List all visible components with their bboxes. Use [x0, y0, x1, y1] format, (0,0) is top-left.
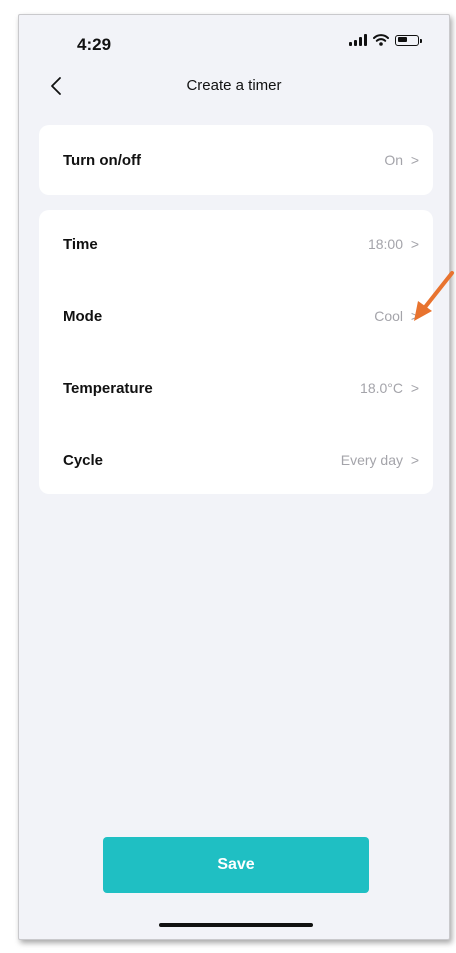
chevron-right-icon: >	[410, 152, 419, 168]
annotation-arrow-icon	[414, 271, 454, 321]
setting-label: Mode	[63, 307, 103, 325]
setting-row-mode[interactable]: Mode Cool >	[39, 291, 433, 341]
home-indicator	[159, 923, 313, 927]
wifi-icon	[373, 34, 389, 46]
chevron-right-icon: >	[410, 236, 419, 252]
settings-card: Time 18:00 > Mode Cool > Temperature 18.…	[39, 210, 433, 494]
setting-row-turn-on-off[interactable]: Turn on/off On >	[39, 135, 433, 185]
battery-icon	[395, 34, 422, 46]
setting-label: Turn on/off	[63, 151, 142, 169]
status-icons	[349, 34, 422, 46]
signal-icon	[349, 34, 367, 46]
setting-row-temperature[interactable]: Temperature 18.0°C >	[39, 363, 433, 413]
setting-value: On	[384, 152, 403, 168]
chevron-right-icon: >	[410, 380, 419, 396]
setting-value: Cool	[374, 308, 403, 324]
setting-label: Cycle	[63, 451, 104, 469]
page-title: Create a timer	[186, 77, 282, 94]
setting-label: Temperature	[63, 379, 153, 397]
power-card: Turn on/off On >	[39, 125, 433, 195]
save-button[interactable]: Save	[103, 837, 369, 893]
setting-label: Time	[63, 235, 98, 253]
chevron-right-icon: >	[410, 452, 419, 468]
setting-value: 18.0°C	[360, 380, 403, 396]
setting-value: 18:00	[367, 236, 403, 252]
setting-value: Every day	[340, 452, 403, 468]
setting-row-cycle[interactable]: Cycle Every day >	[39, 435, 433, 485]
status-time: 4:29	[77, 35, 112, 54]
setting-row-time[interactable]: Time 18:00 >	[39, 219, 433, 269]
phone-screen: 4:29 Create a timer Turn on/off On > Tim…	[18, 14, 450, 940]
